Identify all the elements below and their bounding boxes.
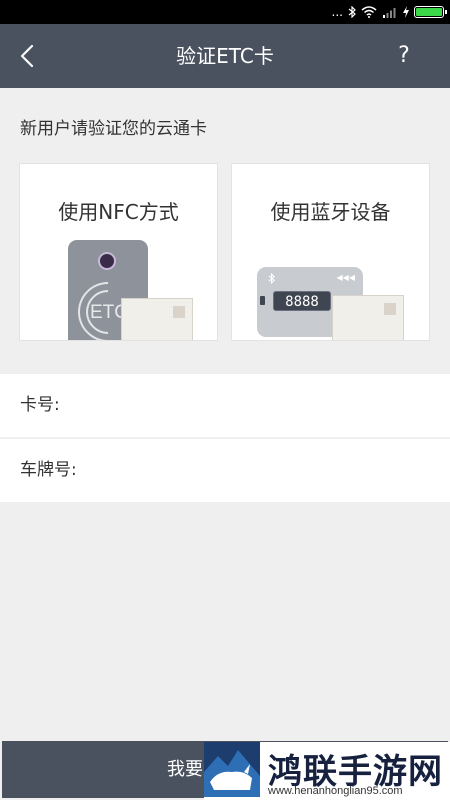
card-number-input[interactable] [90,384,430,427]
bull-logo-icon [204,742,260,797]
status-icons: ... [331,3,447,21]
camera-icon [98,252,116,270]
card-chip-icon [384,303,396,315]
chevron-left-icon [20,44,34,68]
card-number-row: 卡号: [0,374,450,437]
obu-button-icon [260,296,265,305]
charging-icon [403,6,409,18]
more-dots-icon: ... [331,5,343,19]
etc-card-illustration [332,295,404,340]
plate-number-row: 车牌号: [0,439,450,502]
plate-number-label: 车牌号: [20,460,77,480]
wifi-icon [361,6,377,18]
bluetooth-option-label: 使用蓝牙设备 [270,200,391,224]
cell-signal-icon [383,8,396,18]
signal-arrows-icon: ◀◀◀ [336,273,355,282]
status-bar: ... [0,0,450,24]
nav-bar: 验证ETC卡 ? [0,24,450,88]
bluetooth-option-card[interactable]: 使用蓝牙设备 ◀◀◀ 8888 [231,163,430,341]
bluetooth-icon [348,6,356,18]
nfc-option-card[interactable]: 使用NFC方式 ETC [19,163,218,341]
card-chip-icon [173,306,185,318]
nfc-option-label: 使用NFC方式 [58,200,179,224]
card-number-label: 卡号: [20,395,60,415]
back-button[interactable] [20,38,68,74]
help-button[interactable]: ? [386,38,422,74]
battery-fill [416,8,442,16]
watermark: 鸿联手游网 www.henanhonglian95.com [204,742,450,800]
submit-button-label: 我要 [167,759,203,780]
plate-number-input[interactable] [90,449,430,492]
battery-icon [414,6,447,18]
obu-display: 8888 [273,291,331,311]
intro-text: 新用户请验证您的云通卡 [20,119,207,139]
etc-card-illustration [121,298,193,340]
bluetooth-icon [268,272,275,287]
watermark-url: www.henanhonglian95.com [268,785,403,797]
